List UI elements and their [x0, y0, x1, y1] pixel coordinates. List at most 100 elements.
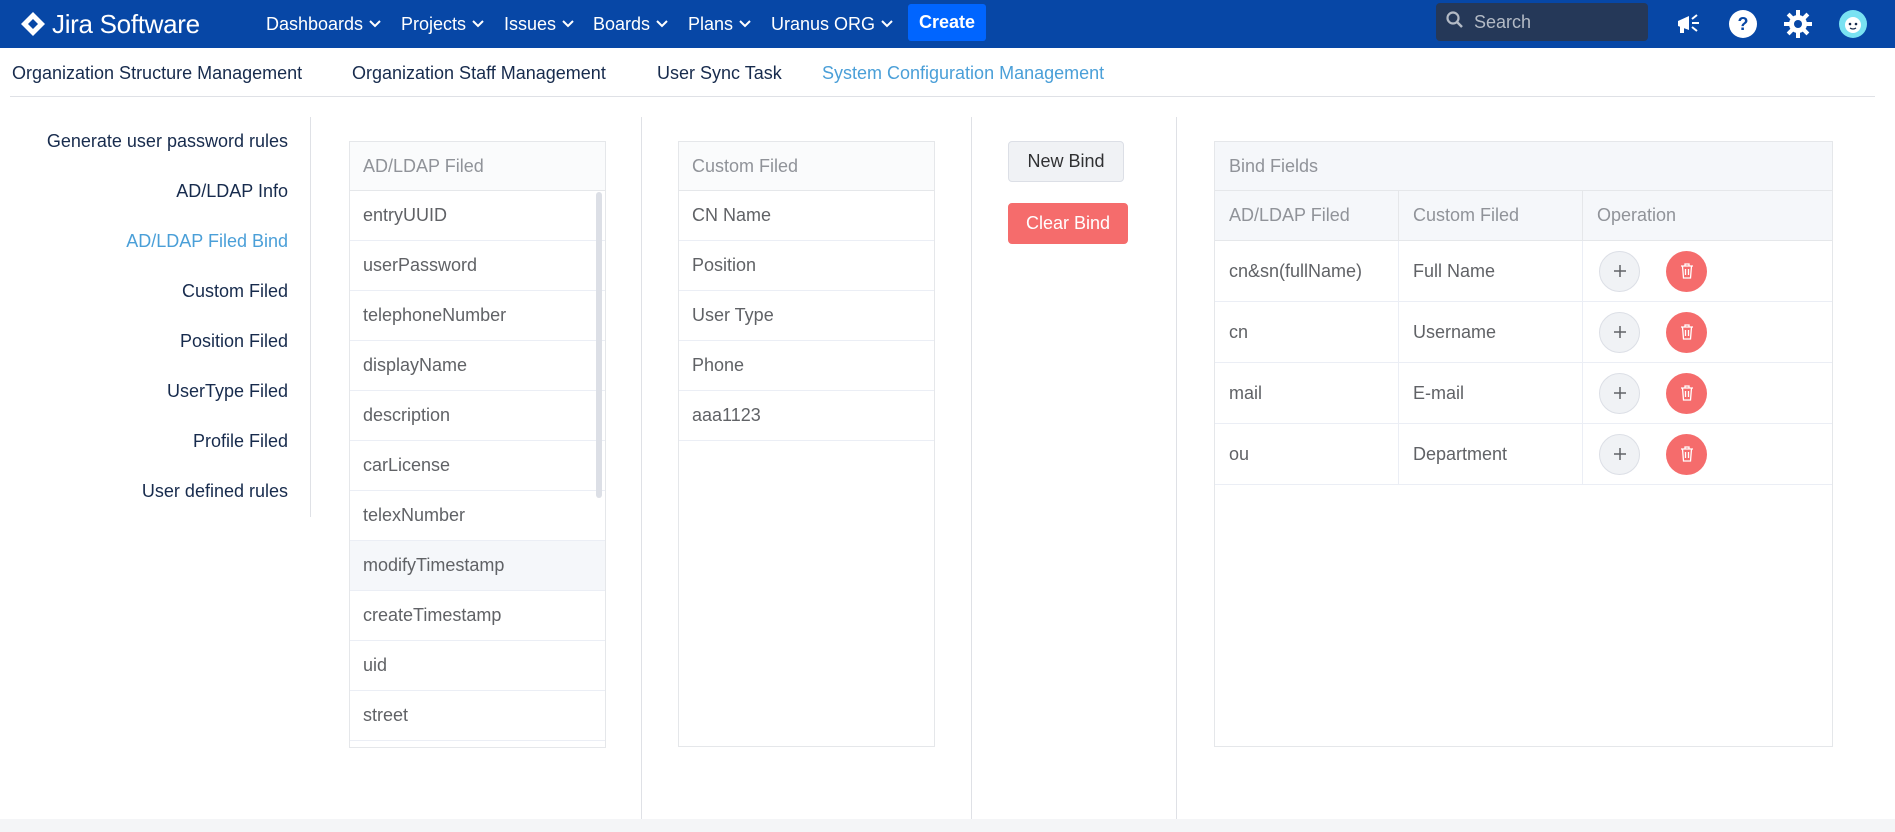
notifications-icon[interactable] — [1672, 7, 1706, 41]
list-item[interactable]: User Type — [679, 291, 934, 341]
nav-dashboards[interactable]: Dashboards — [262, 10, 385, 38]
user-avatar-icon[interactable] — [1836, 7, 1870, 41]
list-item[interactable]: modifyTimestamp — [350, 541, 605, 591]
delete-button[interactable] — [1666, 311, 1707, 353]
logo-text: Jira Software — [52, 8, 200, 39]
column-header-ldap: AD/LDAP Filed — [1215, 191, 1399, 240]
chevron-down-icon — [369, 20, 381, 28]
svg-text:?: ? — [1738, 14, 1749, 34]
table-row: ou Department — [1215, 424, 1832, 485]
settings-gear-icon[interactable] — [1781, 7, 1815, 41]
ldap-list-scrollbar[interactable] — [596, 192, 602, 498]
cell-custom: Username — [1399, 302, 1583, 362]
search-input[interactable] — [1474, 11, 1634, 33]
list-item[interactable]: telephoneNumber — [350, 291, 605, 341]
page-footer-bar — [0, 819, 1895, 832]
list-item[interactable]: CN Name — [679, 191, 934, 241]
list-item[interactable]: userPassword — [350, 241, 605, 291]
trash-icon — [1680, 324, 1693, 340]
list-item[interactable]: description — [350, 391, 605, 441]
sidebar-divider — [310, 117, 311, 517]
search-box[interactable] — [1436, 3, 1648, 41]
table-row: cn Username — [1215, 302, 1832, 363]
list-item[interactable]: displayName — [350, 341, 605, 391]
help-icon[interactable]: ? — [1726, 7, 1760, 41]
config-tabs: Organization Structure Management Organi… — [0, 48, 1895, 98]
cell-ldap: cn — [1215, 302, 1399, 362]
sidebar-item-usertype-filed[interactable]: UserType Filed — [167, 381, 288, 402]
list-item[interactable]: aaa1123 — [679, 391, 934, 441]
column-divider — [641, 117, 642, 819]
bind-table-title: Bind Fields — [1215, 142, 1832, 191]
sidebar-item-ldap-filed-bind[interactable]: AD/LDAP Filed Bind — [126, 231, 288, 252]
sidebar-item-position-filed[interactable]: Position Filed — [180, 331, 288, 352]
delete-button[interactable] — [1666, 250, 1707, 292]
tab-organization-staff[interactable]: Organization Staff Management — [352, 63, 606, 84]
table-row: cn&sn(fullName) Full Name — [1215, 241, 1832, 302]
chevron-down-icon — [472, 20, 484, 28]
table-row: mail E-mail — [1215, 363, 1832, 424]
add-button[interactable] — [1599, 311, 1640, 353]
sidebar-item-user-defined-rules[interactable]: User defined rules — [142, 481, 288, 502]
add-button[interactable] — [1599, 250, 1640, 292]
column-divider — [1176, 117, 1177, 819]
add-button[interactable] — [1599, 433, 1640, 475]
list-item[interactable]: telexNumber — [350, 491, 605, 541]
column-header-operation: Operation — [1597, 205, 1677, 225]
chevron-down-icon — [656, 20, 668, 28]
sidebar-item-custom-filed[interactable]: Custom Filed — [182, 281, 288, 302]
nav-boards[interactable]: Boards — [589, 10, 672, 38]
nav-label: Boards — [593, 13, 651, 34]
cell-custom: E-mail — [1399, 363, 1583, 423]
list-item[interactable]: street — [350, 691, 605, 741]
tab-system-configuration[interactable]: System Configuration Management — [822, 63, 1104, 84]
sidebar-item-profile-filed[interactable]: Profile Filed — [193, 431, 288, 452]
nav-label: Plans — [688, 13, 734, 34]
cell-operation — [1583, 424, 1832, 484]
list-item[interactable]: Phone — [679, 341, 934, 391]
trash-icon — [1680, 385, 1693, 401]
delete-button[interactable] — [1666, 433, 1707, 475]
top-navigation-bar: Jira Software Dashboards Projects Issues… — [0, 0, 1895, 48]
chevron-down-icon — [562, 20, 574, 28]
jira-diamond-icon — [21, 12, 45, 36]
nav-uranus-org[interactable]: Uranus ORG — [767, 10, 897, 38]
column-divider — [971, 117, 972, 819]
chevron-down-icon — [881, 20, 893, 28]
jira-logo[interactable]: Jira Software — [20, 8, 200, 40]
cell-operation — [1583, 241, 1832, 301]
list-item[interactable]: Position — [679, 241, 934, 291]
nav-issues[interactable]: Issues — [500, 10, 578, 38]
tab-user-sync-task[interactable]: User Sync Task — [657, 63, 782, 84]
list-item[interactable]: carLicense — [350, 441, 605, 491]
cell-operation — [1583, 302, 1832, 362]
tab-organization-structure[interactable]: Organization Structure Management — [12, 63, 302, 84]
cell-custom: Full Name — [1399, 241, 1583, 301]
nav-label: Projects — [401, 13, 467, 34]
list-item[interactable]: entryUUID — [350, 191, 605, 241]
create-button[interactable]: Create — [908, 4, 986, 41]
plus-icon — [1613, 265, 1626, 277]
sidebar-item-ldap-info[interactable]: AD/LDAP Info — [176, 181, 288, 202]
column-header-custom: Custom Filed — [1399, 191, 1583, 240]
sidebar-item-generate-password-rules[interactable]: Generate user password rules — [47, 131, 288, 152]
clear-bind-button[interactable]: Clear Bind — [1008, 203, 1128, 244]
bind-table-header: AD/LDAP Filed Custom Filed Operation — [1215, 191, 1832, 241]
nav-plans[interactable]: Plans — [684, 10, 755, 38]
chevron-down-icon — [739, 20, 751, 28]
plus-icon — [1613, 448, 1626, 460]
tabs-divider — [10, 96, 1875, 97]
trash-icon — [1680, 263, 1693, 279]
cell-ldap: ou — [1215, 424, 1399, 484]
nav-label: Dashboards — [266, 13, 364, 34]
plus-icon — [1613, 326, 1626, 338]
ldap-field-list: AD/LDAP Filed entryUUID userPassword tel… — [349, 141, 606, 748]
cell-ldap: mail — [1215, 363, 1399, 423]
delete-button[interactable] — [1666, 372, 1707, 414]
list-item[interactable]: createTimestamp — [350, 591, 605, 641]
new-bind-button[interactable]: New Bind — [1008, 141, 1124, 182]
add-button[interactable] — [1599, 372, 1640, 414]
plus-icon — [1613, 387, 1626, 399]
nav-projects[interactable]: Projects — [397, 10, 488, 38]
list-item[interactable]: uid — [350, 641, 605, 691]
